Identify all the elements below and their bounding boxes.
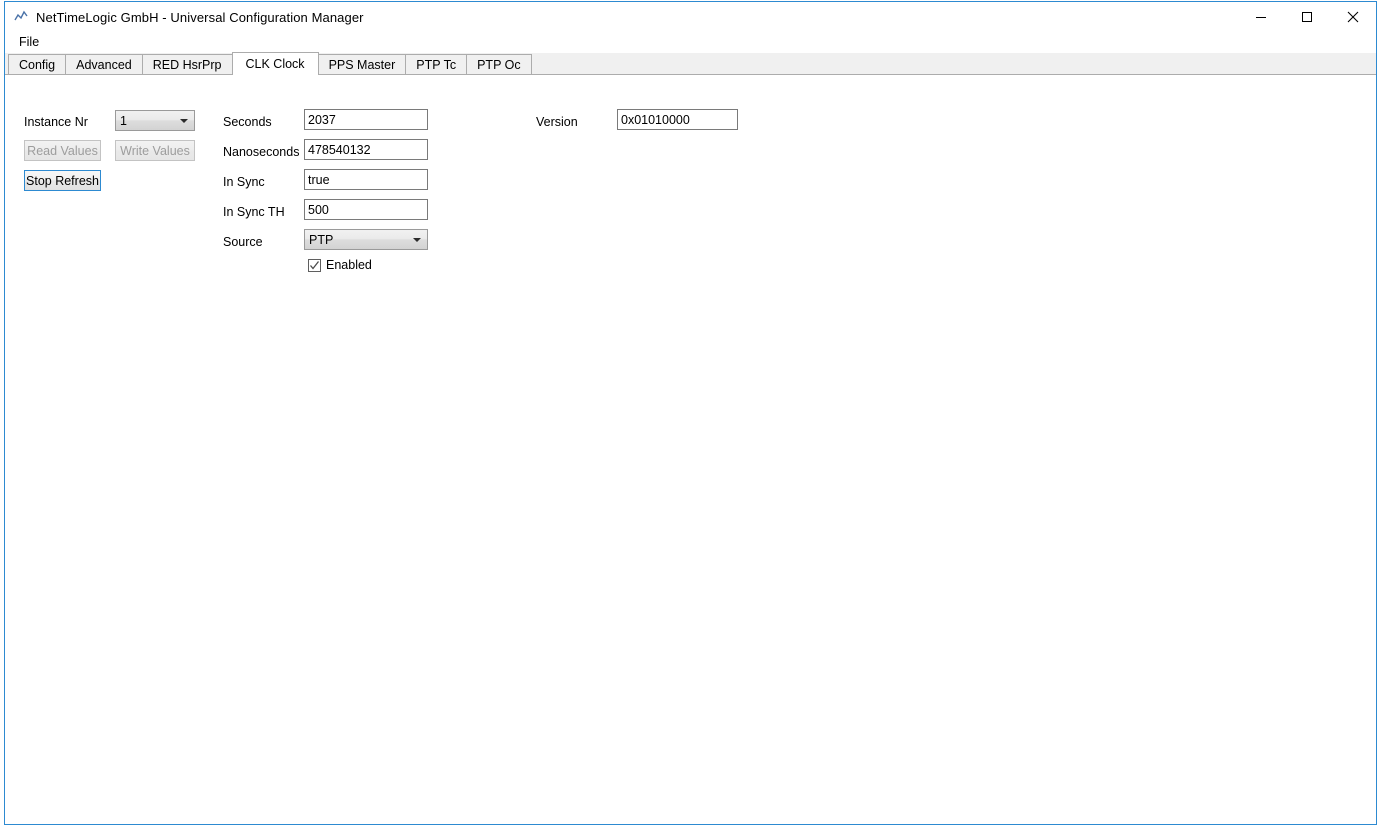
in-sync-label: In Sync xyxy=(223,175,265,189)
close-button[interactable] xyxy=(1330,2,1376,32)
tab-advanced[interactable]: Advanced xyxy=(65,54,143,74)
window-title: NetTimeLogic GmbH - Universal Configurat… xyxy=(36,9,364,25)
enabled-checkbox-label: Enabled xyxy=(326,258,372,272)
tab-content-clk-clock: Instance Nr 1 Read Values Write Values S… xyxy=(5,75,1376,824)
tab-ptp-tc[interactable]: PTP Tc xyxy=(405,54,468,74)
minimize-button[interactable] xyxy=(1238,2,1284,32)
maximize-icon xyxy=(1302,12,1312,22)
chevron-down-icon xyxy=(180,118,188,123)
window-controls xyxy=(1238,2,1376,32)
title-bar[interactable]: NetTimeLogic GmbH - Universal Configurat… xyxy=(5,2,1376,32)
checkbox-box xyxy=(308,259,321,272)
in-sync-th-label: In Sync TH xyxy=(223,205,285,219)
menu-bar: File xyxy=(5,32,1376,53)
source-label: Source xyxy=(223,235,263,249)
tab-ptp-oc[interactable]: PTP Oc xyxy=(466,54,532,74)
tab-config[interactable]: Config xyxy=(8,54,67,74)
seconds-label: Seconds xyxy=(223,115,272,129)
in-sync-input[interactable] xyxy=(304,169,428,190)
application-window: NetTimeLogic GmbH - Universal Configurat… xyxy=(4,1,1377,825)
instance-nr-label: Instance Nr xyxy=(24,115,88,129)
tab-red-hsrprp[interactable]: RED HsrPrp xyxy=(141,54,233,74)
menu-item-file[interactable]: File xyxy=(15,34,43,51)
minimize-icon xyxy=(1256,17,1266,18)
source-select[interactable]: PTP xyxy=(304,229,428,250)
chart-line-icon xyxy=(13,9,29,25)
tab-clk-clock[interactable]: CLK Clock xyxy=(231,52,319,75)
read-values-button[interactable]: Read Values xyxy=(24,140,101,161)
version-input[interactable] xyxy=(617,109,738,130)
version-label: Version xyxy=(536,115,578,129)
checkmark-icon xyxy=(310,261,320,270)
tab-pps-master[interactable]: PPS Master xyxy=(317,54,407,74)
maximize-button[interactable] xyxy=(1284,2,1330,32)
nanoseconds-input[interactable] xyxy=(304,139,428,160)
tab-strip: Config Advanced RED HsrPrp CLK Clock PPS… xyxy=(5,52,1376,75)
nanoseconds-label: Nanoseconds xyxy=(223,145,300,159)
write-values-button[interactable]: Write Values xyxy=(115,140,195,161)
stop-refresh-button[interactable]: Stop Refresh xyxy=(24,170,101,191)
enabled-checkbox[interactable]: Enabled xyxy=(308,258,372,273)
instance-nr-value: 1 xyxy=(120,113,127,128)
source-value: PTP xyxy=(309,232,334,247)
seconds-input[interactable] xyxy=(304,109,428,130)
chevron-down-icon xyxy=(413,237,421,242)
in-sync-th-input[interactable] xyxy=(304,199,428,220)
close-icon xyxy=(1347,11,1359,23)
instance-nr-select[interactable]: 1 xyxy=(115,110,195,131)
